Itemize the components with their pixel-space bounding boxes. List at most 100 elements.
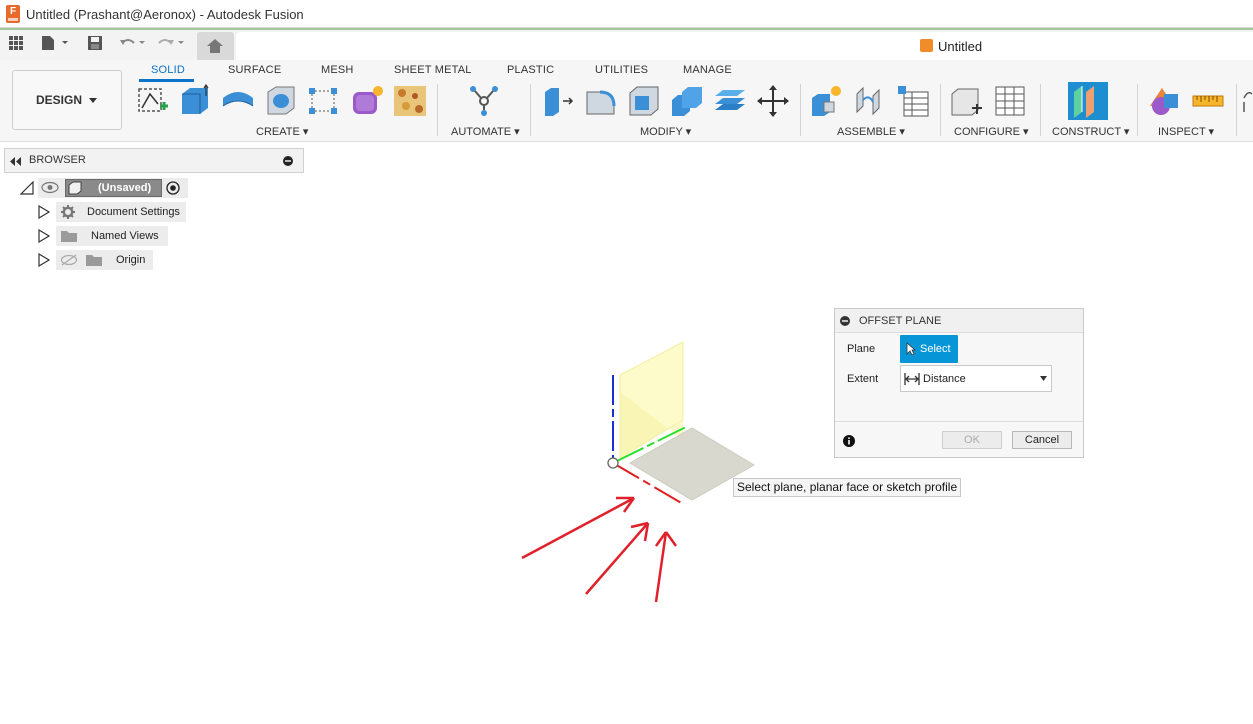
plane-label: Plane (847, 343, 876, 355)
move-icon[interactable] (756, 84, 790, 118)
activate-component-icon[interactable] (166, 181, 180, 195)
home-icon (207, 39, 223, 53)
hidden-eye-icon[interactable] (60, 253, 78, 267)
offset-plane-dialog: OFFSET PLANE Plane Select Extent Distanc… (834, 308, 1084, 458)
annotation-arrow (585, 522, 649, 595)
expand-triangle-icon[interactable] (38, 253, 50, 267)
tab-mesh[interactable]: MESH (321, 64, 354, 76)
ok-button[interactable]: OK (942, 431, 1002, 449)
create-form-icon[interactable] (350, 84, 384, 118)
joint-icon[interactable] (853, 84, 887, 118)
active-tab-indicator (139, 79, 194, 82)
extent-dropdown[interactable]: Distance (900, 365, 1052, 392)
automate-icon[interactable] (467, 84, 501, 118)
workspace-label: DESIGN (35, 93, 82, 107)
redo-icon[interactable] (157, 33, 187, 53)
tab-sheet-metal[interactable]: SHEET METAL (394, 64, 472, 76)
create-sketch-icon[interactable] (136, 84, 170, 118)
separator (1137, 84, 1138, 136)
tab-manage[interactable]: MANAGE (683, 64, 732, 76)
dialog-header: OFFSET PLANE (835, 309, 1083, 333)
insert-icon[interactable] (1242, 84, 1253, 118)
cursor-arrow-icon (906, 342, 916, 356)
browser-options-icon[interactable] (283, 156, 293, 166)
document-cube-icon (920, 39, 933, 52)
distance-icon (904, 373, 920, 385)
browser-title: BROWSER (29, 154, 86, 166)
save-icon[interactable] (85, 33, 105, 53)
create-menu[interactable]: CREATE ▾ (256, 125, 308, 138)
fillet-icon[interactable] (584, 84, 618, 118)
workspace-switcher[interactable]: DESIGN (12, 70, 122, 130)
gear-icon (61, 205, 75, 219)
shell-icon[interactable] (627, 84, 661, 118)
home-tab[interactable] (197, 32, 234, 60)
browser-item-label: Named Views (91, 230, 159, 242)
tab-utilities[interactable]: UTILITIES (595, 64, 648, 76)
rectangular-pattern-icon[interactable] (306, 84, 340, 118)
interference-icon[interactable] (1148, 84, 1182, 118)
root-component-label: (Unsaved) (98, 182, 152, 194)
chevron-down-icon (1040, 376, 1047, 381)
document-title: Untitled (938, 39, 983, 54)
file-menu-icon[interactable] (40, 33, 70, 53)
press-pull-icon[interactable] (541, 84, 575, 118)
offset-plane-icon[interactable] (1068, 82, 1108, 120)
modify-menu[interactable]: MODIFY ▾ (640, 125, 691, 138)
offset-faces-icon[interactable] (713, 84, 747, 118)
title-bar: F Untitled (Prashant@Aeronox) - Autodesk… (0, 0, 1253, 28)
select-label: Select (920, 343, 951, 355)
configure-menu[interactable]: CONFIGURE ▾ (954, 125, 1029, 138)
browser-item-label: Document Settings (87, 206, 180, 218)
measure-icon[interactable] (1191, 84, 1225, 118)
configuration-table-icon[interactable] (993, 84, 1027, 118)
undo-icon[interactable] (118, 33, 148, 53)
folder-icon (86, 255, 102, 266)
origin-point[interactable] (607, 457, 619, 469)
expand-triangle-icon[interactable] (38, 205, 50, 219)
window-title: Untitled (Prashant@Aeronox) - Autodesk F… (26, 7, 304, 22)
separator (530, 84, 531, 136)
component-icon (68, 181, 82, 195)
expand-triangle-icon[interactable] (38, 229, 50, 243)
configure-icon[interactable] (950, 84, 984, 118)
collapse-browser-icon[interactable] (10, 157, 22, 166)
collapse-dialog-icon[interactable] (840, 316, 850, 326)
insert-mesh-icon[interactable] (393, 84, 427, 118)
separator (1236, 84, 1237, 136)
folder-icon (61, 231, 77, 242)
extent-value: Distance (923, 373, 966, 385)
inspect-menu[interactable]: INSPECT ▾ (1158, 125, 1214, 138)
separator (940, 84, 941, 136)
tab-solid[interactable]: SOLID (151, 64, 185, 76)
expanded-triangle-icon[interactable] (20, 181, 34, 195)
grid-menu-icon[interactable] (6, 33, 26, 53)
visibility-eye-icon[interactable] (41, 181, 59, 194)
browser-panel-header: BROWSER (4, 148, 304, 173)
combine-icon[interactable] (670, 84, 704, 118)
document-tab[interactable] (236, 32, 1253, 60)
annotation-arrow (521, 496, 635, 560)
new-component-icon[interactable] (810, 84, 844, 118)
fusion-app-icon: F (6, 5, 20, 23)
cancel-button[interactable]: Cancel (1012, 431, 1072, 449)
tab-plastic[interactable]: PLASTIC (507, 64, 554, 76)
extrude-icon[interactable] (178, 84, 212, 118)
info-icon[interactable] (843, 435, 855, 447)
construct-menu[interactable]: CONSTRUCT ▾ (1052, 125, 1129, 138)
extent-label: Extent (847, 373, 879, 385)
revolve-icon[interactable] (221, 84, 255, 118)
tab-surface[interactable]: SURFACE (228, 64, 281, 76)
automate-menu[interactable]: AUTOMATE ▾ (451, 125, 520, 138)
plane-select-button[interactable]: Select (900, 335, 958, 363)
hole-icon[interactable] (264, 84, 298, 118)
separator (800, 84, 801, 136)
browser-item-label: Origin (116, 254, 146, 266)
chevron-down-icon (89, 98, 97, 103)
assemble-menu[interactable]: ASSEMBLE ▾ (837, 125, 905, 138)
separator (437, 84, 438, 136)
dialog-title: OFFSET PLANE (859, 315, 942, 327)
bill-of-materials-icon[interactable] (896, 84, 930, 118)
viewport-canvas[interactable] (500, 330, 780, 620)
separator (1040, 84, 1041, 136)
